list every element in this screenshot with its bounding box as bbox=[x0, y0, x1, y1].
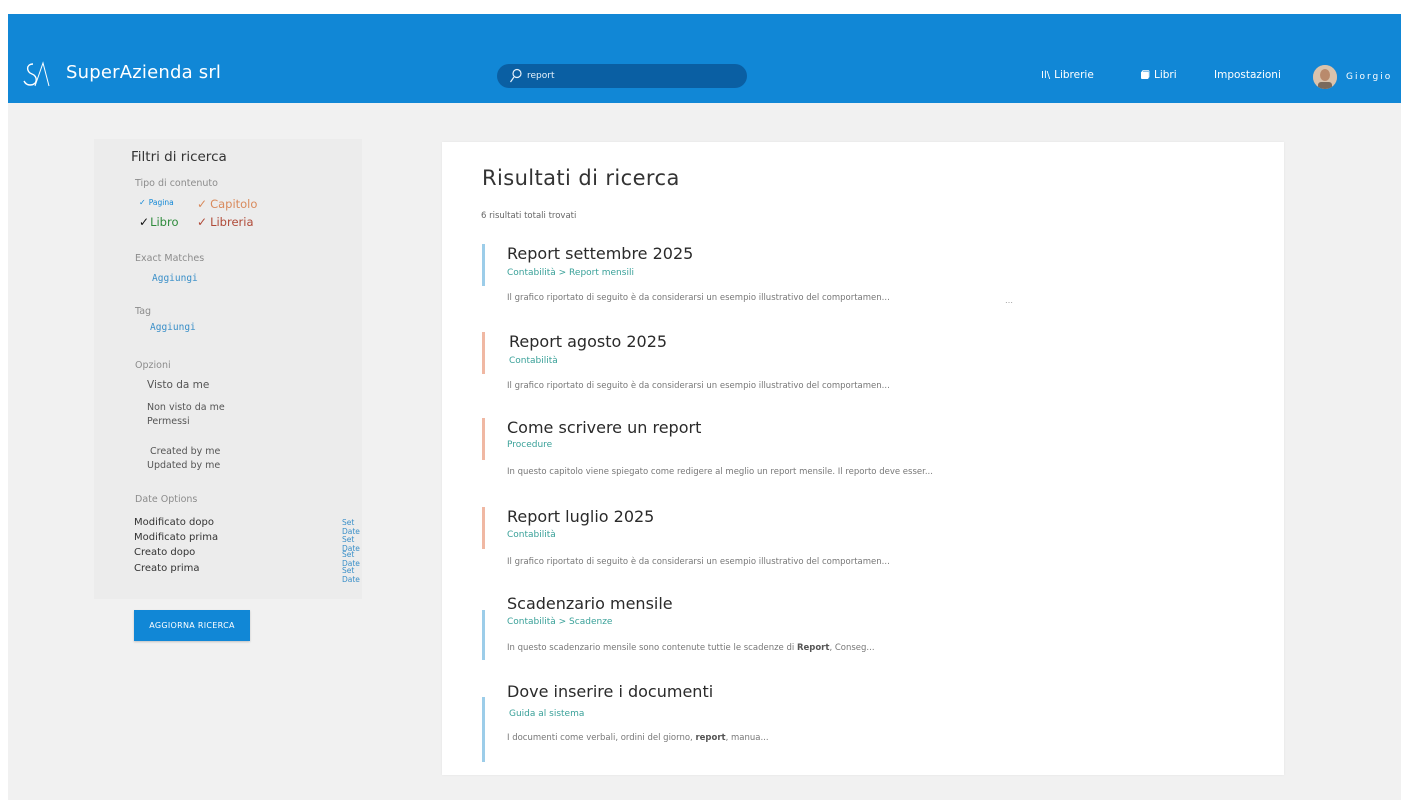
results-panel: Risultati di ricerca 6 risultati totali … bbox=[442, 142, 1284, 775]
exact-matches-label: Exact Matches bbox=[135, 253, 205, 264]
tag-label: Tag bbox=[135, 306, 152, 317]
nav-libri[interactable]: Libri bbox=[1140, 69, 1177, 81]
filter-libreria[interactable]: ✓ Libreria bbox=[197, 215, 254, 229]
option-permessi[interactable]: Permessi bbox=[147, 416, 190, 427]
avatar[interactable] bbox=[1313, 65, 1337, 89]
nav-libri-label: Libri bbox=[1154, 69, 1177, 81]
user-name[interactable]: Giorgio bbox=[1346, 72, 1392, 82]
date-row-label: Modificato dopo bbox=[134, 517, 214, 528]
result-item: Dove inserire i documenti Guida al siste… bbox=[482, 682, 1242, 762]
result-bar bbox=[482, 507, 485, 549]
result-bar bbox=[482, 244, 485, 286]
content-type-label: Tipo di contenuto bbox=[135, 178, 218, 189]
result-item: Come scrivere un report Procedure In que… bbox=[482, 418, 1242, 477]
nav-impostazioni-label: Impostazioni bbox=[1214, 69, 1281, 81]
date-row-modificato-prima: Modificato prima Set Date bbox=[134, 532, 360, 553]
nav-librerie-label: Librerie bbox=[1054, 69, 1094, 81]
search-icon[interactable] bbox=[509, 68, 523, 84]
result-excerpt: Il grafico riportato di seguito è da con… bbox=[507, 557, 890, 567]
header-bar: SuperAzienda srl Il\ Librerie Libri Impo… bbox=[8, 52, 1401, 103]
result-item: Report luglio 2025 Contabilità Il grafic… bbox=[482, 507, 1242, 567]
filters-title: Filtri di ricerca bbox=[131, 149, 227, 165]
library-icon: Il\ bbox=[1041, 69, 1051, 81]
result-bar bbox=[482, 332, 485, 374]
filters-panel: Filtri di ricerca Tipo di contenuto ✓ Pa… bbox=[94, 139, 362, 599]
result-breadcrumb[interactable]: Contabilità > Scadenze bbox=[507, 617, 612, 627]
options-label: Opzioni bbox=[135, 360, 171, 371]
add-tag-link[interactable]: Aggiungi bbox=[150, 322, 196, 333]
result-breadcrumb[interactable]: Contabilità bbox=[507, 530, 556, 540]
result-excerpt: Il grafico riportato di seguito è da con… bbox=[507, 381, 890, 391]
date-row-creato-dopo: Creato dopo Set Date bbox=[134, 547, 360, 568]
result-item: Report agosto 2025 Contabilità Il grafic… bbox=[482, 332, 1242, 391]
filter-libreria-label: Libreria bbox=[210, 215, 254, 229]
result-item: Scadenzario mensile Contabilità > Scaden… bbox=[482, 594, 1242, 660]
result-excerpt: Il grafico riportato di seguito è da con… bbox=[507, 293, 890, 303]
check-icon: ✓ bbox=[197, 197, 208, 211]
update-search-button[interactable]: AGGIORNA RICERCA bbox=[134, 610, 250, 641]
user-photo-icon bbox=[1313, 65, 1337, 89]
book-icon bbox=[1141, 70, 1150, 79]
option-non-visto-da-me[interactable]: Non visto da me bbox=[147, 402, 225, 413]
date-row-label: Creato dopo bbox=[134, 547, 196, 558]
result-excerpt: I documenti come verbali, ordini del gio… bbox=[507, 733, 769, 743]
result-breadcrumb[interactable]: Contabilità bbox=[509, 356, 558, 366]
result-title[interactable]: Report agosto 2025 bbox=[509, 332, 667, 351]
check-icon: ✓ bbox=[139, 215, 150, 229]
set-date-button[interactable]: Set Date bbox=[342, 518, 360, 536]
filter-libro-label: Libro bbox=[150, 215, 179, 229]
result-title[interactable]: Come scrivere un report bbox=[507, 418, 701, 437]
search-input[interactable] bbox=[527, 64, 732, 88]
check-icon: ✓ bbox=[139, 198, 146, 207]
filter-pagina[interactable]: ✓ Pagina bbox=[139, 198, 174, 207]
result-bar bbox=[482, 418, 485, 460]
option-created-by-me[interactable]: Created by me bbox=[150, 446, 220, 457]
result-title[interactable]: Dove inserire i documenti bbox=[507, 682, 713, 701]
result-excerpt: In questo capitolo viene spiegato come r… bbox=[507, 467, 933, 477]
date-row-modificato-dopo: Modificato dopo Set Date bbox=[134, 517, 360, 536]
option-updated-by-me[interactable]: Updated by me bbox=[147, 460, 220, 471]
filter-pagina-label: Pagina bbox=[148, 198, 174, 207]
result-title[interactable]: Report luglio 2025 bbox=[507, 507, 654, 526]
nav-librerie[interactable]: Il\ Librerie bbox=[1041, 69, 1094, 81]
date-row-label: Modificato prima bbox=[134, 532, 219, 543]
result-item: Report settembre 2025 Contabilità > Repo… bbox=[482, 244, 1242, 305]
result-excerpt: In questo scadenzario mensile sono conte… bbox=[507, 643, 875, 653]
results-title: Risultati di ricerca bbox=[482, 166, 680, 190]
brand-name[interactable]: SuperAzienda srl bbox=[66, 62, 221, 83]
add-exact-match-link[interactable]: Aggiungi bbox=[152, 273, 198, 284]
date-options-label: Date Options bbox=[135, 494, 198, 505]
filter-capitolo-label: Capitolo bbox=[210, 197, 258, 211]
result-breadcrumb[interactable]: Contabilità > Report mensili bbox=[507, 268, 634, 278]
option-visto-da-me[interactable]: Visto da me bbox=[147, 379, 209, 391]
result-breadcrumb[interactable]: Guida al sistema bbox=[509, 709, 584, 719]
check-icon: ✓ bbox=[197, 215, 208, 229]
search-box[interactable] bbox=[497, 64, 747, 88]
filter-capitolo[interactable]: ✓ Capitolo bbox=[197, 197, 257, 211]
more-icon: … bbox=[1005, 296, 1013, 305]
results-count: 6 risultati totali trovati bbox=[481, 211, 577, 221]
nav-impostazioni[interactable]: Impostazioni bbox=[1214, 69, 1281, 81]
date-row-label: Creato prima bbox=[134, 563, 200, 574]
date-row-creato-prima: Creato prima Set Date bbox=[134, 563, 360, 584]
result-title[interactable]: Report settembre 2025 bbox=[507, 244, 693, 263]
result-bar bbox=[482, 610, 485, 660]
app-window: SuperAzienda srl Il\ Librerie Libri Impo… bbox=[8, 14, 1401, 800]
filter-libro[interactable]: ✓ Libro bbox=[139, 215, 178, 229]
top-band bbox=[8, 14, 1401, 52]
result-bar bbox=[482, 697, 485, 762]
result-title[interactable]: Scadenzario mensile bbox=[507, 594, 673, 613]
set-date-button[interactable]: Set Date bbox=[342, 566, 360, 584]
logo-icon bbox=[23, 61, 50, 87]
result-breadcrumb[interactable]: Procedure bbox=[507, 440, 552, 450]
